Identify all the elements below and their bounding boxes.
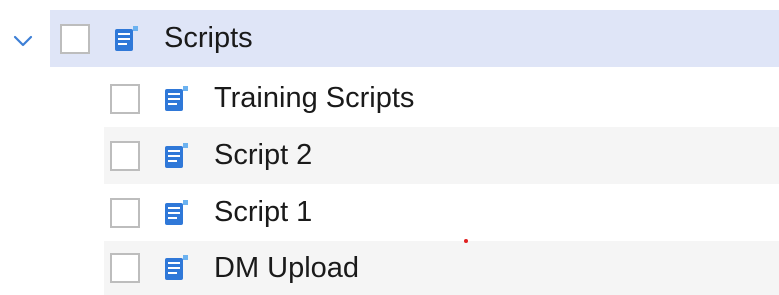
tree-node-label: DM Upload	[214, 251, 360, 284]
script-tree: Scripts Training Scripts Script 2 Script…	[0, 0, 779, 295]
tree-node-script-2[interactable]: Script 2	[104, 127, 779, 184]
chevron-down-icon[interactable]	[12, 30, 34, 52]
script-icon	[165, 85, 188, 111]
script-icon	[165, 255, 188, 280]
tree-node-label: Script 2	[214, 139, 313, 171]
scripts-checkbox[interactable]	[60, 23, 90, 54]
tree-node-label: Script 1	[214, 196, 313, 228]
script-icon	[165, 142, 188, 168]
tree-node-label: Scripts	[164, 22, 253, 54]
tree-node-script-1[interactable]: Script 1	[104, 184, 779, 241]
tree-node-label: Training Scripts	[214, 82, 415, 114]
script-2-checkbox[interactable]	[110, 140, 140, 171]
training-scripts-checkbox[interactable]	[110, 83, 140, 114]
script-icon	[165, 199, 188, 225]
tree-node-scripts[interactable]: Scripts	[50, 10, 779, 67]
dm-upload-checkbox[interactable]	[110, 253, 140, 283]
script-1-checkbox[interactable]	[110, 197, 140, 228]
tree-node-training-scripts[interactable]: Training Scripts	[104, 70, 779, 127]
cursor-dot	[464, 239, 468, 243]
script-icon	[115, 25, 138, 51]
tree-node-dm-upload[interactable]: DM Upload	[104, 241, 779, 295]
